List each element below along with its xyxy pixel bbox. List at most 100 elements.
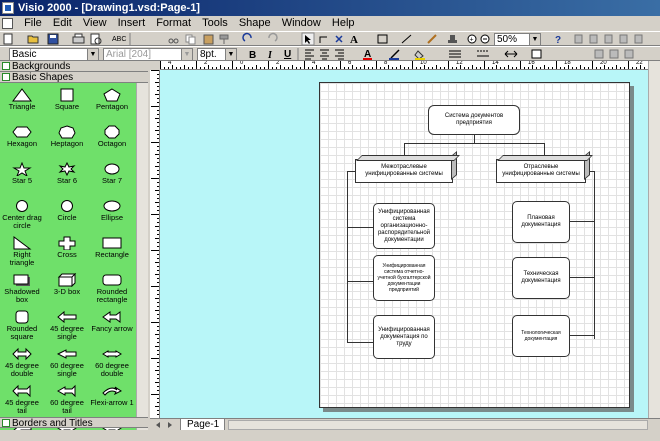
connector-tool-icon[interactable] <box>319 36 327 43</box>
zoom-in-icon[interactable]: + <box>467 34 477 44</box>
bold-icon[interactable]: B <box>249 50 256 61</box>
rectangle-tool-icon[interactable] <box>377 34 388 44</box>
fill-color-icon[interactable] <box>414 50 425 60</box>
ruler-label: 4 <box>312 61 316 66</box>
spelling-icon[interactable]: ABC <box>112 36 126 43</box>
align-right-icon[interactable] <box>335 49 344 60</box>
menu-view[interactable]: View <box>79 17 111 29</box>
stencil-shape-rectangle[interactable]: Rectangle <box>90 234 134 273</box>
stencil-shape-cross[interactable]: Cross <box>45 234 89 273</box>
font-color-icon[interactable]: A <box>363 49 372 60</box>
node-right-child-2[interactable]: Техническая документация <box>512 257 570 299</box>
standard-toolbar: ABC A + ? 50% ▼ <box>0 31 660 46</box>
align-left-icon[interactable] <box>305 49 314 60</box>
stencil-shape-star-6[interactable]: Star 6 <box>45 160 89 199</box>
undo-icon[interactable] <box>242 32 252 42</box>
node-left-child-1[interactable]: Унифицированная система организационно-р… <box>373 203 435 249</box>
horizontal-ruler[interactable]: 4 2 0 2 4 6 8 10 12 14 16 18 20 22 <box>160 61 660 70</box>
zoom-out-icon[interactable] <box>480 34 490 44</box>
stencil-shape-pentagon[interactable]: Pentagon <box>90 86 134 125</box>
node-left-branch[interactable]: Межотраслевые унифицированные системы <box>355 159 453 183</box>
menu-tools[interactable]: Tools <box>198 17 232 29</box>
stencil-icons[interactable] <box>574 34 643 44</box>
cut-icon[interactable] <box>168 38 179 44</box>
paste-icon[interactable] <box>203 34 214 45</box>
node-right-child-3[interactable]: Технологическая документация <box>512 315 570 357</box>
drawing-page[interactable]: Система документов предприятия Межотрасл… <box>319 82 630 408</box>
stencil-shape-star-7[interactable]: Star 7 <box>90 160 134 199</box>
stencil-header-basic-shapes[interactable]: Basic Shapes <box>0 72 148 83</box>
line-ends-icon[interactable] <box>504 50 518 58</box>
stencil-shape-3-d-box[interactable]: 3-D box <box>45 271 89 310</box>
pencil-tool-icon[interactable] <box>427 34 437 44</box>
stencil-shape-center-drag-circle[interactable]: Center drag circle <box>0 197 44 236</box>
underline-icon[interactable]: U <box>284 49 291 60</box>
align-center-icon[interactable] <box>320 49 329 60</box>
node-left-child-3[interactable]: Унифицированная документация по труду <box>373 315 435 359</box>
menu-shape[interactable]: Shape <box>235 17 275 29</box>
page-nav-arrows[interactable] <box>152 420 178 430</box>
node-root[interactable]: Система документов предприятия <box>428 105 520 135</box>
stamp-tool-icon[interactable] <box>448 35 457 43</box>
copy-icon[interactable] <box>185 34 196 45</box>
stencil-shape-rounded-rectangle[interactable]: Rounded rectangle <box>90 271 134 310</box>
stencil-shape-45-degree-single[interactable]: 45 degree single <box>45 308 89 347</box>
stencil-shape-square[interactable]: Square <box>45 86 89 125</box>
stencil-shape-60-degree-tail[interactable]: 60 degree tail <box>45 382 89 421</box>
stencil-shape-shadowed-box[interactable]: Shadowed box <box>0 271 44 310</box>
line-weight-icon[interactable] <box>449 50 461 58</box>
stencil-shape-60-degree-double[interactable]: 60 degree double <box>90 345 134 384</box>
line-tool-icon[interactable] <box>401 34 412 44</box>
help-icon[interactable]: ? <box>555 35 561 46</box>
stencil-shape-octagon[interactable]: Octagon <box>90 123 134 162</box>
menu-format[interactable]: Format <box>152 17 195 29</box>
italic-icon[interactable]: I <box>267 50 273 61</box>
menu-window[interactable]: Window <box>278 17 325 29</box>
stencil-shape-right-triangle[interactable]: Right triangle <box>0 234 44 273</box>
stencil-shape-triangle[interactable]: Triangle <box>0 86 44 125</box>
stencil-shape-hexagon[interactable]: Hexagon <box>0 123 44 162</box>
redo-icon[interactable] <box>268 32 278 42</box>
stencil-header-borders[interactable]: Borders and Titles <box>0 417 148 429</box>
zoom-combo[interactable]: 50% ▼ <box>494 33 541 46</box>
stencil-shape-rounded-square[interactable]: Rounded square <box>0 308 44 347</box>
connection-point-icon[interactable] <box>335 35 343 43</box>
menu-file[interactable]: File <box>20 17 46 29</box>
stencil-shape-45-degree-tail[interactable]: 45 degree tail <box>0 382 44 421</box>
text-tool-icon[interactable]: A <box>350 34 358 46</box>
stencil-shape-star-5[interactable]: Star 5 <box>0 160 44 199</box>
chevron-down-icon[interactable]: ▼ <box>529 34 540 45</box>
vertical-ruler[interactable] <box>150 70 160 418</box>
stencil-shape-heptagon[interactable]: Heptagon <box>45 123 89 162</box>
vertical-scrollbar[interactable] <box>648 61 660 418</box>
stencil-scrollbar[interactable] <box>136 83 148 433</box>
stencil-shape-fancy-arrow[interactable]: Fancy arrow <box>90 308 134 347</box>
ruler-tick <box>420 67 421 69</box>
line-color-icon[interactable] <box>389 49 400 60</box>
drawing-canvas[interactable]: Система документов предприятия Межотрасл… <box>160 70 648 418</box>
stencil-shape-flexi-arrow-1[interactable]: Flexi-arrow 1 <box>90 382 134 421</box>
stencil-shape-ellipse[interactable]: Ellipse <box>90 197 134 236</box>
line-pattern-icon[interactable] <box>477 50 489 57</box>
print-icon[interactable] <box>72 33 85 44</box>
new-icon[interactable] <box>3 33 13 45</box>
menu-edit[interactable]: Edit <box>49 17 76 29</box>
stencil-shape-45-degree-double[interactable]: 45 degree double <box>0 345 44 384</box>
stencil-shape-60-degree-single[interactable]: 60 degree single <box>45 345 89 384</box>
menu-help[interactable]: Help <box>328 17 359 29</box>
open-icon[interactable] <box>27 35 39 44</box>
pointer-tool-icon[interactable] <box>301 32 315 46</box>
print-preview-icon[interactable] <box>90 33 102 45</box>
stencil-header-backgrounds[interactable]: Backgrounds <box>0 61 148 72</box>
node-right-branch[interactable]: Отраслевые унифицированные системы <box>496 159 586 183</box>
node-left-child-2[interactable]: Унифицированная система отчетно-учетной … <box>373 255 435 301</box>
stencil-shape-circle[interactable]: Circle <box>45 197 89 236</box>
node-right-child-1[interactable]: Плановая документация <box>512 201 570 243</box>
format-painter-icon[interactable] <box>219 34 229 44</box>
menu-insert[interactable]: Insert <box>114 17 150 29</box>
save-icon[interactable] <box>47 33 59 45</box>
shadow-color-icon[interactable] <box>531 49 542 59</box>
corner-rounding-icons[interactable] <box>594 49 634 59</box>
horizontal-scrollbar[interactable] <box>228 420 648 430</box>
document-icon[interactable] <box>2 17 13 29</box>
